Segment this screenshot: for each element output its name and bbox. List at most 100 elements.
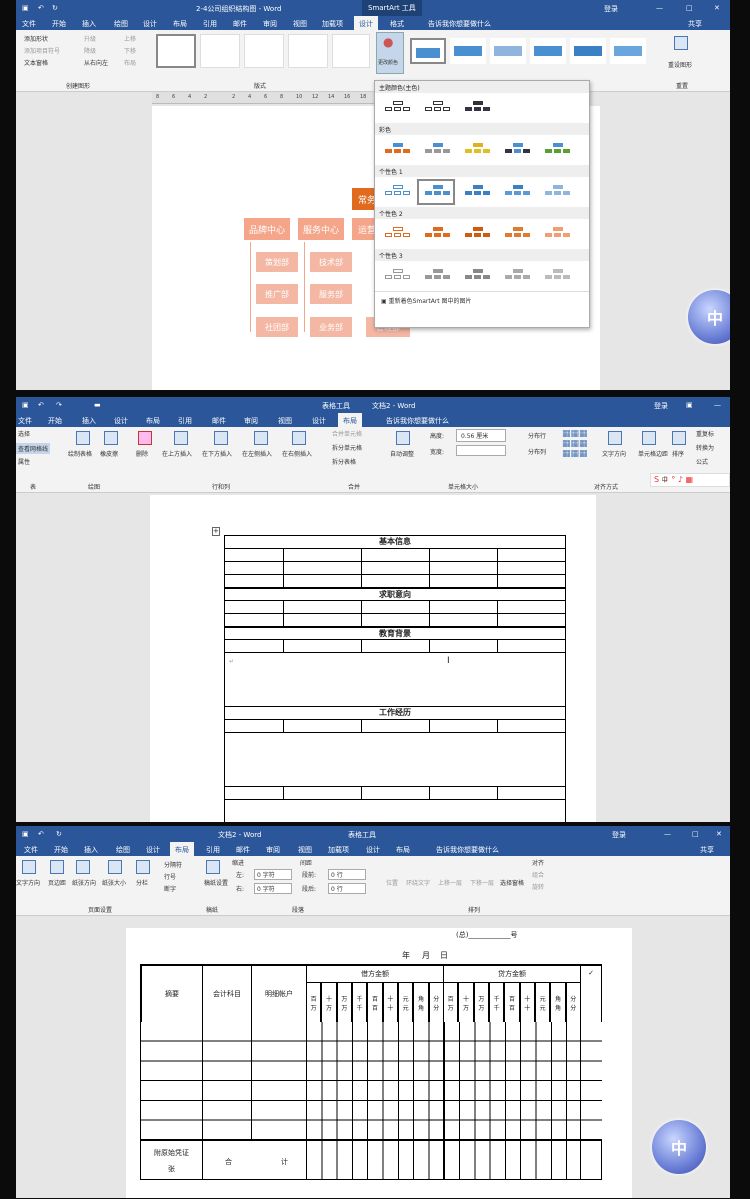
save-icon[interactable]: ▣ <box>22 401 29 409</box>
row-intent-header[interactable]: 求职意向 <box>225 588 565 601</box>
color-option[interactable] <box>425 101 450 111</box>
org-node-service[interactable]: 服务中心 <box>298 218 344 240</box>
header-account[interactable]: 会计科目 <box>202 965 252 1023</box>
header-debit[interactable]: 借方金额 <box>306 965 444 983</box>
formula-button[interactable]: 公式 <box>696 457 708 466</box>
tab-review[interactable]: 审阅 <box>266 845 280 855</box>
color-option[interactable] <box>425 269 450 279</box>
close-icon[interactable]: ✕ <box>714 4 720 12</box>
distribute-rows-button[interactable]: 分布行 <box>528 431 546 440</box>
split-table-button[interactable]: 拆分表格 <box>332 457 356 466</box>
tab-draw[interactable]: 绘图 <box>116 845 130 855</box>
tab-layout[interactable]: 布局 <box>170 842 194 856</box>
save-icon[interactable]: ▣ <box>22 830 29 838</box>
align-button[interactable]: 对齐 <box>532 858 544 867</box>
minimize-icon[interactable]: — <box>656 4 663 12</box>
color-option[interactable] <box>465 185 490 195</box>
color-option[interactable] <box>425 227 450 237</box>
tab-file[interactable]: 文件 <box>24 845 38 855</box>
size-button[interactable]: 纸张大小 <box>102 878 126 887</box>
color-option[interactable] <box>545 143 570 153</box>
row-education-header[interactable]: 教育背景 <box>225 627 565 640</box>
change-colors-button[interactable]: ● 更改颜色 <box>376 32 404 74</box>
redo-icon[interactable]: ↻ <box>56 830 62 838</box>
eraser-button[interactable]: 橡皮擦 <box>100 449 118 458</box>
bring-forward-button[interactable]: 上移一层 <box>438 878 462 887</box>
color-option[interactable] <box>545 269 570 279</box>
style-thumb[interactable] <box>450 38 486 64</box>
tab-smartart-design[interactable]: 设计 <box>354 16 378 30</box>
redo-icon[interactable]: ↷ <box>56 401 62 409</box>
tab-view[interactable]: 视图 <box>293 19 307 29</box>
demote-button[interactable]: 降级 <box>84 46 96 55</box>
move-down-button[interactable]: 下移 <box>124 46 136 55</box>
add-bullet-button[interactable]: 添加项目符号 <box>24 46 60 55</box>
merge-cells-button[interactable]: 合并单元格 <box>332 429 362 438</box>
options-icon[interactable]: ▣ <box>686 401 693 409</box>
minimize-icon[interactable]: — <box>714 401 721 409</box>
style-thumb[interactable] <box>610 38 646 64</box>
org-node-club[interactable]: 社团部 <box>256 317 298 337</box>
tab-view[interactable]: 视图 <box>298 845 312 855</box>
minimize-icon[interactable]: — <box>664 830 671 838</box>
color-option[interactable] <box>465 227 490 237</box>
tab-insert[interactable]: 插入 <box>82 19 96 29</box>
tab-addins[interactable]: 加载项 <box>322 19 343 29</box>
distribute-columns-button[interactable]: 分布列 <box>528 447 546 456</box>
close-icon[interactable]: ✕ <box>716 830 722 838</box>
maximize-icon[interactable]: □ <box>692 830 699 838</box>
org-node-brand[interactable]: 品牌中心 <box>244 218 290 240</box>
tab-home[interactable]: 开始 <box>48 416 62 426</box>
header-summary[interactable]: 摘要 <box>141 965 203 1023</box>
org-node-tech[interactable]: 技术部 <box>310 252 352 272</box>
layout-thumb[interactable] <box>288 34 328 68</box>
insert-below-button[interactable]: 在下方插入 <box>202 449 232 458</box>
tab-format[interactable]: 格式 <box>390 19 404 29</box>
indent-left-input[interactable]: 0 字符 <box>254 869 292 880</box>
row-basic-info-header[interactable]: 基本信息 <box>225 536 565 549</box>
color-option[interactable] <box>545 227 570 237</box>
tab-home[interactable]: 开始 <box>52 19 66 29</box>
share-button[interactable]: 共享 <box>700 845 714 855</box>
columns-button[interactable]: 分栏 <box>136 878 148 887</box>
manuscript-button[interactable]: 稿纸设置 <box>204 878 228 887</box>
tab-review[interactable]: 审阅 <box>244 416 258 426</box>
breaks-button[interactable]: 分隔符 <box>164 860 182 869</box>
attachments-cell[interactable]: 附原始凭证 张 <box>141 1141 202 1180</box>
tab-table-layout[interactable]: 布局 <box>396 845 410 855</box>
color-option[interactable] <box>465 269 490 279</box>
position-button[interactable]: 位置 <box>386 878 398 887</box>
tab-references[interactable]: 引用 <box>206 845 220 855</box>
color-option[interactable] <box>505 143 530 153</box>
color-dropdown[interactable]: 主题颜色(主色) 彩色 个性色 1 个性色 2 个性色 3 ▣ 重新着色Smar… <box>374 80 590 328</box>
align-grid-icon[interactable]: ▦▦▦ ▦▦▦ ▦▦▦ <box>562 429 588 459</box>
split-cells-button[interactable]: 拆分单元格 <box>332 443 362 452</box>
education-body[interactable] <box>225 653 565 707</box>
tab-file[interactable]: 文件 <box>22 19 36 29</box>
selection-pane-button[interactable]: 选择窗格 <box>500 878 524 887</box>
header-credit[interactable]: 贷方金额 <box>443 965 581 983</box>
cell-margins-button[interactable]: 单元格边距 <box>638 449 668 458</box>
grid-work[interactable] <box>225 720 565 733</box>
before-input[interactable]: 0 行 <box>328 869 366 880</box>
document-page[interactable]: + 基本信息 求职意向 教育背景 工作经历 ↵ I <box>150 495 596 822</box>
style-thumb[interactable] <box>530 38 566 64</box>
org-node-biz[interactable]: 业务部 <box>310 317 352 337</box>
login-link[interactable]: 登录 <box>612 830 626 840</box>
color-option[interactable] <box>385 227 410 237</box>
select-button[interactable]: 选择 <box>18 429 30 438</box>
style-thumb[interactable] <box>490 38 526 64</box>
insert-right-button[interactable]: 在右侧插入 <box>282 449 312 458</box>
tell-me-box[interactable]: 告诉我你想要做什么 <box>428 19 491 29</box>
document-page[interactable]: (总)____________号 年 月 日 摘要 会计科目 明细帐户 借方金额… <box>126 928 632 1198</box>
row-work-header[interactable]: 工作经历 <box>225 707 565 720</box>
add-shape-button[interactable]: 添加形状 <box>24 34 48 43</box>
color-option[interactable] <box>465 143 490 153</box>
text-direction-button[interactable]: 文字方向 <box>602 449 626 458</box>
repeat-header-button[interactable]: 重复标 <box>696 429 714 438</box>
color-option[interactable] <box>425 143 450 153</box>
layout-gallery[interactable] <box>154 32 372 72</box>
table-move-handle-icon[interactable]: + <box>212 527 220 536</box>
promote-button[interactable]: 升级 <box>84 34 96 43</box>
width-input[interactable] <box>456 445 506 456</box>
